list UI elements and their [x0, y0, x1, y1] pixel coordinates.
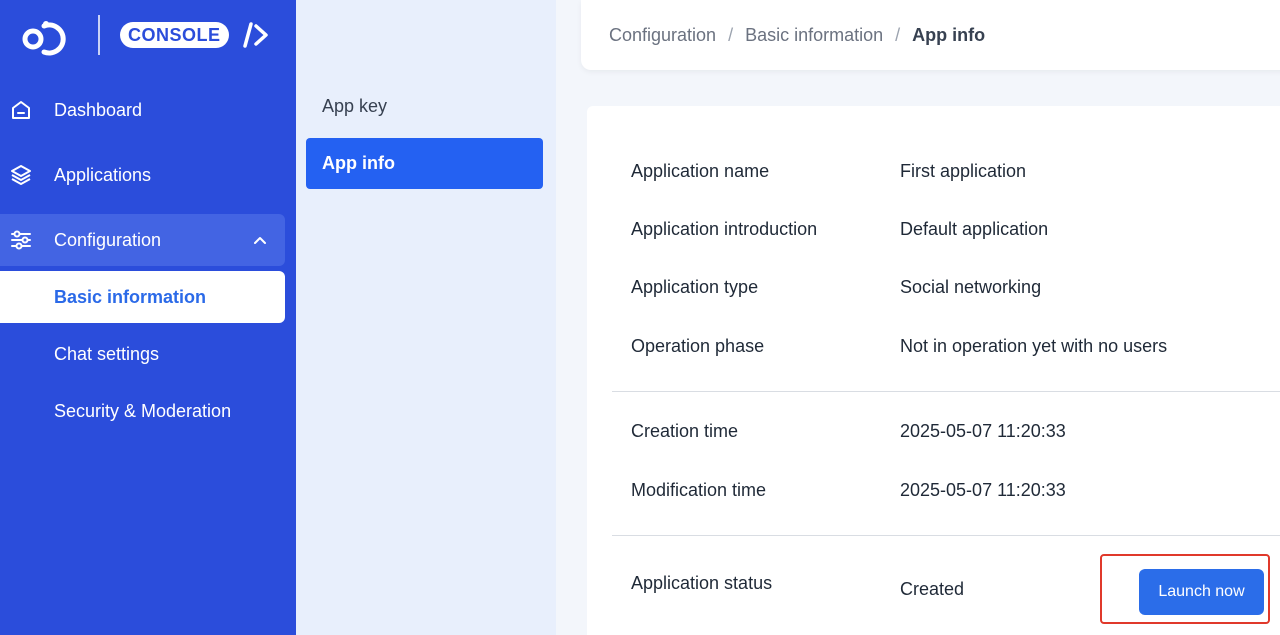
modification-time-label: Modification time: [631, 480, 767, 500]
logo-mark-icon: [22, 21, 66, 56]
logo[interactable]: CONSOLE: [22, 14, 269, 56]
application-type-value: Social networking: [900, 277, 1042, 297]
application-type-label: Application type: [631, 277, 759, 297]
breadcrumb-app-info: App info: [912, 24, 986, 45]
sidebar-item-label: Dashboard: [54, 99, 143, 120]
console-label: CONSOLE: [128, 24, 221, 45]
sidebar-subitem-label: Basic information: [54, 286, 207, 307]
launch-highlight-box: Launch now: [1100, 554, 1270, 624]
sidebar-item-label: Applications: [54, 164, 152, 185]
creation-time-label: Creation time: [631, 421, 739, 441]
application-status-label: Application status: [631, 573, 773, 593]
sidebar-item-applications[interactable]: Applications: [0, 149, 285, 201]
creation-time-value: 2025-05-07 11:20:33: [900, 421, 1066, 441]
application-name-label: Application name: [631, 161, 770, 181]
modification-time-value: 2025-05-07 11:20:33: [900, 480, 1066, 500]
submenu-item-app-info[interactable]: App info: [306, 138, 543, 189]
application-introduction-value: Default application: [900, 219, 1049, 239]
sidebar-subitem-chat-settings[interactable]: Chat settings: [0, 328, 285, 380]
submenu-item-label: App key: [322, 96, 388, 116]
sidebar-item-dashboard[interactable]: Dashboard: [0, 84, 285, 136]
sidebar-subitem-security-moderation[interactable]: Security & Moderation: [0, 385, 285, 437]
operation-phase-value: Not in operation yet with no users: [900, 336, 1168, 356]
logo-divider: [98, 15, 100, 55]
breadcrumb-basic-information[interactable]: Basic information: [745, 25, 883, 46]
application-name-value: First application: [900, 161, 1027, 181]
breadcrumb: Configuration / Basic information / App …: [581, 0, 1280, 70]
secondary-menu: App key App info: [296, 0, 556, 635]
breadcrumb-separator: /: [895, 24, 901, 45]
section-divider: [612, 535, 1280, 536]
application-introduction-label: Application introduction: [631, 219, 818, 239]
operation-phase-label: Operation phase: [631, 336, 765, 356]
sidebar-subitem-label: Chat settings: [54, 343, 160, 364]
sidebar-item-configuration[interactable]: Configuration: [0, 214, 285, 266]
sidebar: CONSOLE Dashboard Applications Configura…: [0, 0, 296, 635]
sidebar-item-label: Configuration: [54, 229, 162, 250]
code-slash-icon: [242, 22, 268, 48]
sliders-icon: [11, 230, 31, 250]
breadcrumb-separator: /: [728, 24, 734, 45]
breadcrumb-configuration[interactable]: Configuration: [609, 25, 716, 46]
sidebar-subitem-label: Security & Moderation: [54, 400, 232, 421]
submenu-item-app-key[interactable]: App key: [306, 81, 543, 132]
chevron-up-icon[interactable]: [251, 231, 269, 249]
application-status-value: Created: [900, 579, 965, 599]
launch-now-button[interactable]: Launch now: [1139, 569, 1264, 615]
layers-icon: [11, 165, 31, 185]
section-divider: [612, 391, 1280, 392]
app-info-panel: Application name First application Appli…: [587, 106, 1280, 635]
submenu-item-label: App info: [322, 153, 395, 173]
home-icon: [12, 101, 30, 119]
console-logo: CONSOLE: [120, 22, 269, 48]
sidebar-subitem-basic-information[interactable]: Basic information: [0, 271, 285, 323]
